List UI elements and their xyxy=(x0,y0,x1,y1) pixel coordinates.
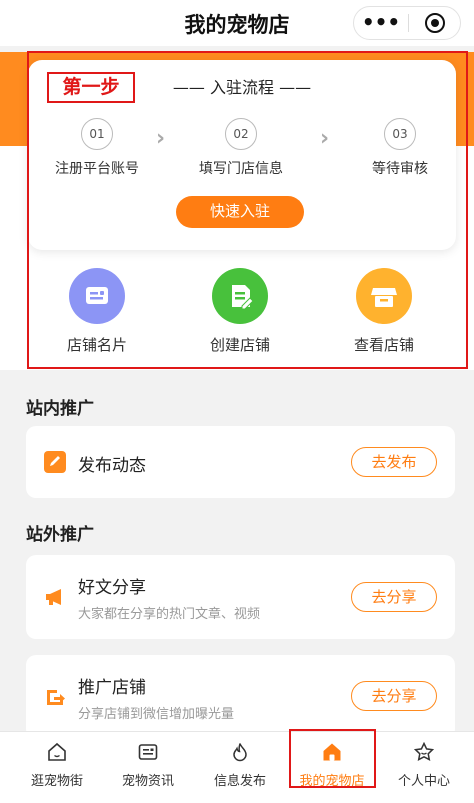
megaphone-icon xyxy=(44,586,66,608)
annotation-active-tab-box xyxy=(289,729,376,788)
tab-pet-news[interactable]: 宠物资讯 xyxy=(101,732,195,792)
mini-program-capsule: ••• xyxy=(353,6,461,40)
go-publish-button[interactable]: 去发布 xyxy=(351,447,437,477)
promo-title: 好文分享 xyxy=(78,578,146,598)
promo-title: 推广店铺 xyxy=(78,678,146,698)
capsule-divider xyxy=(408,14,409,32)
tab-pet-street[interactable]: 逛宠物街 xyxy=(10,732,104,792)
promo-title: 发布动态 xyxy=(78,456,146,476)
external-promotion-title: 站外推广 xyxy=(26,525,94,545)
tab-label: 信息发布 xyxy=(213,774,266,789)
promo-description: 大家都在分享的热门文章、视频 xyxy=(78,607,261,622)
tab-label: 宠物资讯 xyxy=(121,774,174,789)
tab-personal-center[interactable]: 个人中心 xyxy=(377,732,471,792)
news-icon xyxy=(138,744,158,760)
pencil-icon xyxy=(44,451,66,473)
promo-description: 分享店铺到微信增加曝光量 xyxy=(78,707,235,722)
star-icon xyxy=(414,742,434,761)
share-icon xyxy=(44,686,66,708)
go-share-button[interactable]: 去分享 xyxy=(351,582,437,612)
nav-bar: 我的宠物店 ••• xyxy=(0,0,474,46)
flame-icon xyxy=(233,743,247,762)
step-annotation-label: 第一步 xyxy=(47,72,135,103)
promo-card-store-share: 推广店铺 分享店铺到微信增加曝光量 去分享 xyxy=(26,655,455,739)
home-icon xyxy=(48,742,66,761)
tab-label: 个人中心 xyxy=(397,774,450,789)
internal-promotion-title: 站内推广 xyxy=(26,399,94,419)
bottom-tab-bar: 逛宠物街 宠物资讯 信息发布 我的宠物店 个人中心 xyxy=(0,731,474,803)
tab-label: 逛宠物街 xyxy=(30,774,83,789)
promo-card-article-share: 好文分享 大家都在分享的热门文章、视频 去分享 xyxy=(26,555,455,639)
go-share-button[interactable]: 去分享 xyxy=(351,681,437,711)
more-menu-button[interactable]: ••• xyxy=(354,7,408,39)
promo-card-post: 发布动态 去发布 xyxy=(26,426,455,498)
tab-info-publish[interactable]: 信息发布 xyxy=(193,732,287,792)
close-target-icon[interactable] xyxy=(425,13,445,33)
